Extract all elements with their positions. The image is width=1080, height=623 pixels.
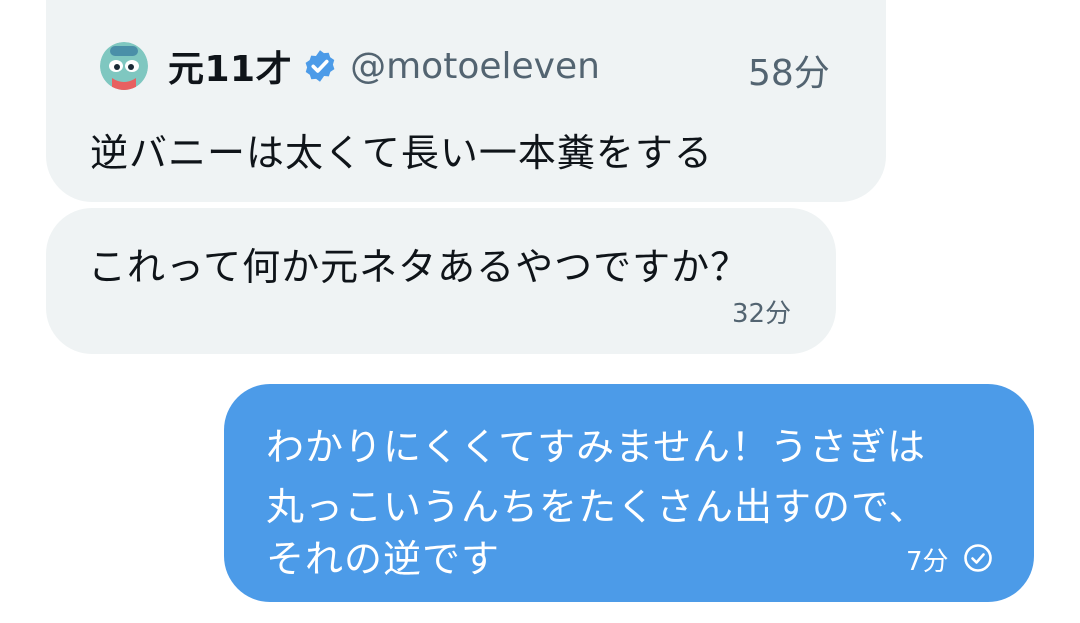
dm-conversation: 元11才 @motoeleven 58分 逆バニーは太くて長い一本糞をする これ… xyxy=(0,0,1080,623)
cartoon-face-avatar-icon xyxy=(100,42,148,90)
incoming-message-time: 32分 xyxy=(732,299,792,329)
author-name[interactable]: 元11才 xyxy=(168,40,292,92)
outgoing-message-time: 7分 xyxy=(906,547,949,577)
outgoing-message-line: 丸っこいうんちをたくさん出すので、 xyxy=(266,485,928,529)
quoted-post-time: 58分 xyxy=(748,53,830,94)
avatar[interactable] xyxy=(100,42,148,90)
outgoing-message-line: わかりにくくてすみません！うさぎは xyxy=(266,425,926,469)
incoming-message-text: これって何か元ネタあるやつですか？ xyxy=(88,245,750,289)
quoted-post-text: 逆バニーは太くて長い一本糞をする xyxy=(90,131,713,175)
read-check-icon xyxy=(964,544,992,572)
author-handle[interactable]: @motoeleven xyxy=(350,46,600,87)
outgoing-message-line: それの逆です xyxy=(266,537,501,581)
quoted-post-header: 元11才 @motoeleven xyxy=(100,40,600,92)
verified-badge-icon xyxy=(305,50,335,82)
